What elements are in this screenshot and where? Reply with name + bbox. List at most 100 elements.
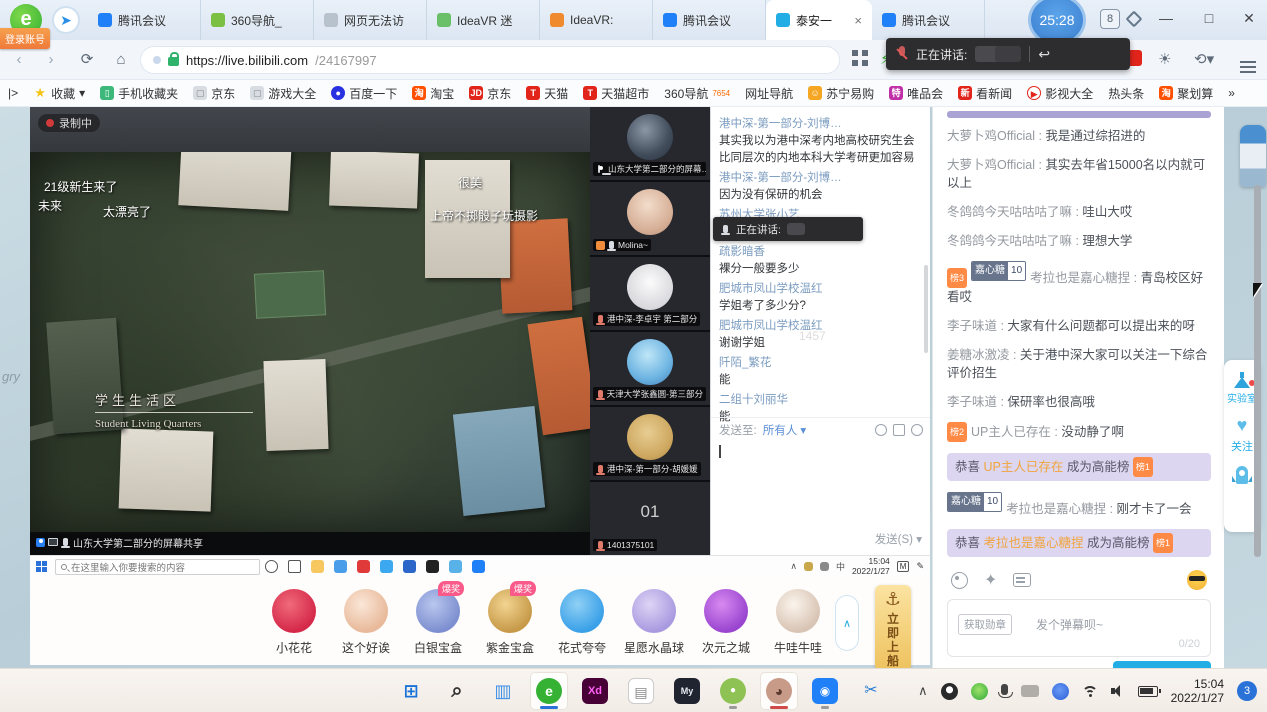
bookmark-影视大全[interactable]: ▶影视大全 xyxy=(1027,85,1093,102)
participant-tile[interactable]: Molina~ xyxy=(590,182,710,255)
meeting-assist-icon[interactable] xyxy=(1052,683,1069,700)
taskbar-app-search[interactable]: ⌕ xyxy=(438,672,476,710)
taskbar-app-start[interactable]: ⊞ xyxy=(392,672,430,710)
bookmark-京东[interactable]: JD京东 xyxy=(469,85,511,102)
tab-腾讯会议[interactable]: 腾讯会议 xyxy=(653,0,766,40)
danmaku-send-button[interactable] xyxy=(1113,661,1211,668)
gift-这个好诶[interactable]: 这个好诶 xyxy=(330,589,402,656)
return-to-meeting-icon[interactable]: ↩ xyxy=(1038,46,1050,63)
brightness-icon[interactable]: ☀ xyxy=(1158,50,1171,68)
bookmark-淘宝[interactable]: 淘淘宝 xyxy=(412,85,454,102)
taskbar-app-snip-tool[interactable]: ✂ xyxy=(852,672,890,710)
blocklist-icon[interactable] xyxy=(1013,573,1031,587)
gift-牛哇牛哇[interactable]: 牛哇牛哇 xyxy=(762,589,834,656)
close-button[interactable]: ✕ xyxy=(1228,0,1267,36)
mention-icon[interactable] xyxy=(911,424,923,436)
photos-icon[interactable] xyxy=(449,560,462,573)
bookmark-百度一下[interactable]: ●百度一下 xyxy=(331,85,397,102)
meeting-chat-log[interactable]: 港中深-第一部分-刘博…其实我以为港中深考内地高校研究生会比同层次的内地本科大学… xyxy=(711,109,923,430)
live-video-player[interactable]: 录制中 学生生活区 Student Living Quarters 21级新生来… xyxy=(30,107,930,577)
danmaku-style-icon[interactable] xyxy=(951,572,968,589)
quick-launch-icon[interactable]: ➤ xyxy=(52,6,80,34)
forward-button[interactable]: › xyxy=(38,48,64,72)
url-path[interactable]: /24167997 xyxy=(315,53,376,68)
refresh-button[interactable]: ⟳ xyxy=(74,48,100,72)
wifi-icon[interactable] xyxy=(1082,686,1098,697)
gift-panel-expand-button[interactable]: ∧ xyxy=(835,595,859,651)
bookmark-360导航[interactable]: 360导航7654 xyxy=(664,85,730,102)
bookmark-唯品会[interactable]: 特唯品会 xyxy=(889,85,943,102)
settings-icon[interactable] xyxy=(426,560,439,573)
speaking-toast[interactable]: 正在讲话: ↩ xyxy=(886,38,1130,70)
back-button[interactable]: ‹ xyxy=(6,48,32,72)
participant-tile[interactable]: 港中深-李卓宇 第二部分 xyxy=(590,257,710,330)
get-medal-button[interactable]: 获取勋章 xyxy=(958,614,1012,635)
live-chat-log[interactable]: 大萝卜鸡Official : 我是通过综招进的大萝卜鸡Official : 其实… xyxy=(933,123,1224,572)
mascot-figure[interactable] xyxy=(1240,125,1266,187)
url-domain[interactable]: https://live.bilibili.com xyxy=(186,53,308,68)
bookmark-»[interactable]: » xyxy=(1228,86,1235,100)
participant-tile[interactable]: 港中深-第一部分-胡媛媛 xyxy=(590,407,710,480)
tab-count-box[interactable]: 8 xyxy=(1100,9,1120,29)
taskbar-app-green-app[interactable]: ● xyxy=(714,672,752,710)
volume-icon[interactable] xyxy=(1111,685,1125,697)
chat-scroll-indicator[interactable] xyxy=(947,111,1211,118)
bookmark-热头条[interactable]: 热头条 xyxy=(1108,85,1144,102)
home-button[interactable]: ⌂ xyxy=(108,48,134,72)
participant-tile[interactable]: 天津大学张鑫圆-第三部分 xyxy=(590,332,710,405)
meeting-icon[interactable] xyxy=(472,560,485,573)
participant-tile[interactable]: 011401375101 xyxy=(590,482,710,555)
bookmarks-expand-icon[interactable]: |> xyxy=(8,86,18,100)
gift-星愿水晶球[interactable]: 星愿水晶球 xyxy=(618,589,690,656)
qq-icon[interactable] xyxy=(941,683,958,700)
taskbar-app-tencent-meeting[interactable]: ◉ xyxy=(806,672,844,710)
site-info-icon[interactable] xyxy=(153,56,161,64)
guard-boat-button[interactable]: ⚓ 立即上船 xyxy=(875,585,911,668)
360-safe-icon[interactable] xyxy=(971,683,988,700)
taskbar-app-task-view[interactable]: ▥ xyxy=(484,672,522,710)
restore-session-icon[interactable]: ⟲▾ xyxy=(1194,50,1214,68)
folder-icon[interactable] xyxy=(311,560,324,573)
collect-icon[interactable] xyxy=(1126,11,1143,28)
bookmark-苏宁易购[interactable]: ☺苏宁易购 xyxy=(808,85,874,102)
battery-icon[interactable] xyxy=(1138,686,1158,697)
cortana-icon[interactable] xyxy=(265,560,278,573)
gift-花式夸夸[interactable]: 花式夸夸 xyxy=(546,589,618,656)
menu-icon[interactable] xyxy=(1240,61,1256,63)
address-bar[interactable]: https://live.bilibili.com/24167997 xyxy=(140,46,840,74)
taskbar-clock[interactable]: 15:042022/1/27 xyxy=(1171,677,1224,705)
screenshot-icon[interactable] xyxy=(893,424,905,436)
tab-close-icon[interactable]: × xyxy=(854,13,862,28)
tab-腾讯会议[interactable]: 腾讯会议 xyxy=(872,0,985,40)
bookmark-聚划算[interactable]: 淘聚划算 xyxy=(1159,85,1213,102)
gift-小花花[interactable]: 小花花 xyxy=(258,589,330,656)
tray-expand-icon[interactable]: ∧ xyxy=(918,683,928,699)
bookmark-手机收藏夹[interactable]: ▯手机收藏夹 xyxy=(100,85,178,102)
phone-icon[interactable] xyxy=(380,560,393,573)
bookmark-天猫超市[interactable]: T天猫超市 xyxy=(583,85,649,102)
login-account-badge[interactable]: 登录账号 xyxy=(0,28,50,49)
gift-紫金宝盒[interactable]: 爆奖紫金宝盒 xyxy=(474,589,546,656)
taskbar-app-adobe-xd[interactable]: Xd xyxy=(576,672,614,710)
meeting-send-button[interactable]: 发送(S) ▾ xyxy=(875,531,922,547)
gamepad-icon[interactable] xyxy=(1021,685,1039,697)
meeting-chat-input[interactable] xyxy=(711,441,930,531)
notification-badge[interactable]: 3 xyxy=(1237,681,1257,701)
tab-泰安一[interactable]: 泰安一× xyxy=(766,0,872,40)
minimize-button[interactable]: — xyxy=(1145,0,1187,36)
bookmark-收藏[interactable]: ★收藏▾ xyxy=(33,85,85,102)
bookmark-天猫[interactable]: T天猫 xyxy=(526,85,568,102)
danmaku-input-box[interactable]: 获取勋章 发个弹幕呗~ 0/20 xyxy=(947,599,1211,657)
bookmark-网址导航[interactable]: 网址导航 xyxy=(745,85,793,102)
meeting-chat-scrollbar[interactable] xyxy=(924,265,928,353)
bookmark-游戏大全[interactable]: ▢游戏大全 xyxy=(250,85,316,102)
docs-icon[interactable] xyxy=(403,560,416,573)
maximize-button[interactable]: □ xyxy=(1188,0,1230,36)
tab-腾讯会议[interactable]: 腾讯会议 xyxy=(88,0,201,40)
tab-360导航_[interactable]: 360导航_ xyxy=(201,0,314,40)
taskbar-app-mysql[interactable]: My xyxy=(668,672,706,710)
rocket-icon[interactable] xyxy=(1236,466,1248,484)
bookmark-看新闻[interactable]: 新看新闻 xyxy=(958,85,1012,102)
emoji-icon[interactable] xyxy=(875,424,887,436)
task-view-icon[interactable] xyxy=(288,560,301,573)
